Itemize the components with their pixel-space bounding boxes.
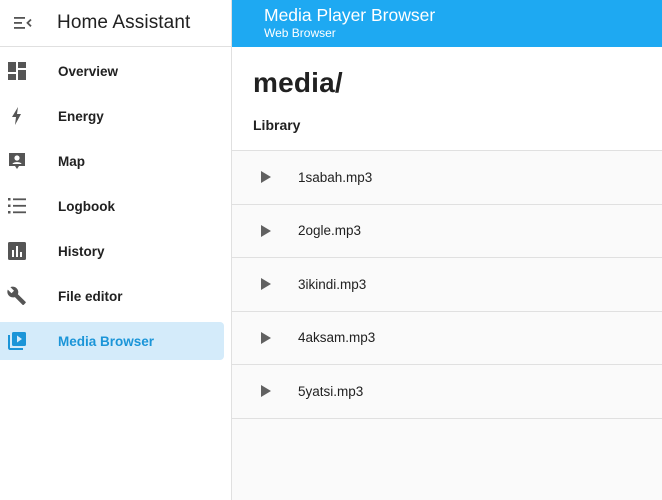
sidebar-item-label: File editor	[58, 288, 123, 304]
browser-header: media/ Library	[232, 47, 662, 151]
play-button[interactable]	[232, 170, 298, 184]
sidebar-item-label: Media Browser	[58, 333, 155, 349]
current-folder-title: media/	[253, 67, 343, 98]
menu-open-icon	[14, 17, 32, 29]
app-title: Home Assistant	[57, 12, 191, 33]
list-item[interactable]: 5yatsi.mp3	[232, 365, 662, 419]
list-item[interactable]: 4aksam.mp3	[232, 311, 662, 365]
chart-box-icon	[8, 242, 26, 260]
sidebar-item-history[interactable]: History	[0, 232, 224, 270]
file-name: 2ogle.mp3	[298, 223, 362, 239]
format-list-bulleted-icon	[8, 198, 26, 214]
sidebar-item-label: Map	[58, 153, 85, 169]
media-file-list: 1sabah.mp3 2ogle.mp3 3ikindi.mp3 4aksam.…	[232, 151, 662, 419]
sidebar-item-media-browser[interactable]: Media Browser	[0, 322, 224, 360]
menu-toggle-button[interactable]	[0, 0, 44, 47]
list-item[interactable]: 2ogle.mp3	[232, 204, 662, 258]
sidebar: Home Assistant Overview Energy Map Logbo…	[0, 0, 232, 500]
lightning-bolt-icon	[12, 107, 21, 125]
sidebar-item-file-editor[interactable]: File editor	[0, 277, 224, 315]
page-title: Media Player Browser	[264, 5, 436, 25]
wrench-icon	[7, 286, 26, 305]
play-button[interactable]	[232, 277, 298, 291]
media-player-subtitle[interactable]: Web Browser	[264, 26, 662, 41]
sidebar-item-map[interactable]: Map	[0, 142, 224, 180]
play-icon	[261, 171, 271, 184]
sidebar-item-logbook[interactable]: Logbook	[0, 187, 224, 225]
play-icon	[261, 331, 271, 344]
file-name: 3ikindi.mp3	[298, 276, 367, 292]
play-box-multiple-icon	[8, 332, 26, 350]
play-icon	[261, 278, 271, 291]
sidebar-item-label: Logbook	[58, 198, 115, 214]
play-button[interactable]	[232, 384, 298, 398]
play-button[interactable]	[232, 331, 298, 345]
sidebar-item-label: Overview	[58, 63, 119, 79]
sidebar-item-label: History	[58, 243, 105, 259]
sidebar-item-energy[interactable]: Energy	[0, 97, 224, 135]
list-item[interactable]: 3ikindi.mp3	[232, 258, 662, 312]
play-icon	[261, 224, 271, 237]
top-app-bar: Media Player Browser Web Browser	[232, 0, 662, 47]
view-dashboard-icon	[8, 62, 26, 80]
main-panel: Media Player Browser Web Browser media/ …	[232, 0, 662, 500]
file-name: 1sabah.mp3	[298, 169, 373, 185]
sidebar-nav: Overview Energy Map Logbook History File…	[0, 47, 231, 360]
sidebar-item-overview[interactable]: Overview	[0, 52, 224, 90]
sidebar-header: Home Assistant	[0, 0, 231, 47]
list-item[interactable]: 1sabah.mp3	[232, 151, 662, 205]
file-name: 5yatsi.mp3	[298, 383, 364, 399]
account-box-icon	[9, 153, 25, 169]
sidebar-item-label: Energy	[58, 108, 104, 124]
play-icon	[261, 385, 271, 398]
file-name: 4aksam.mp3	[298, 330, 376, 346]
breadcrumb[interactable]: Library	[253, 117, 662, 133]
play-button[interactable]	[232, 224, 298, 238]
